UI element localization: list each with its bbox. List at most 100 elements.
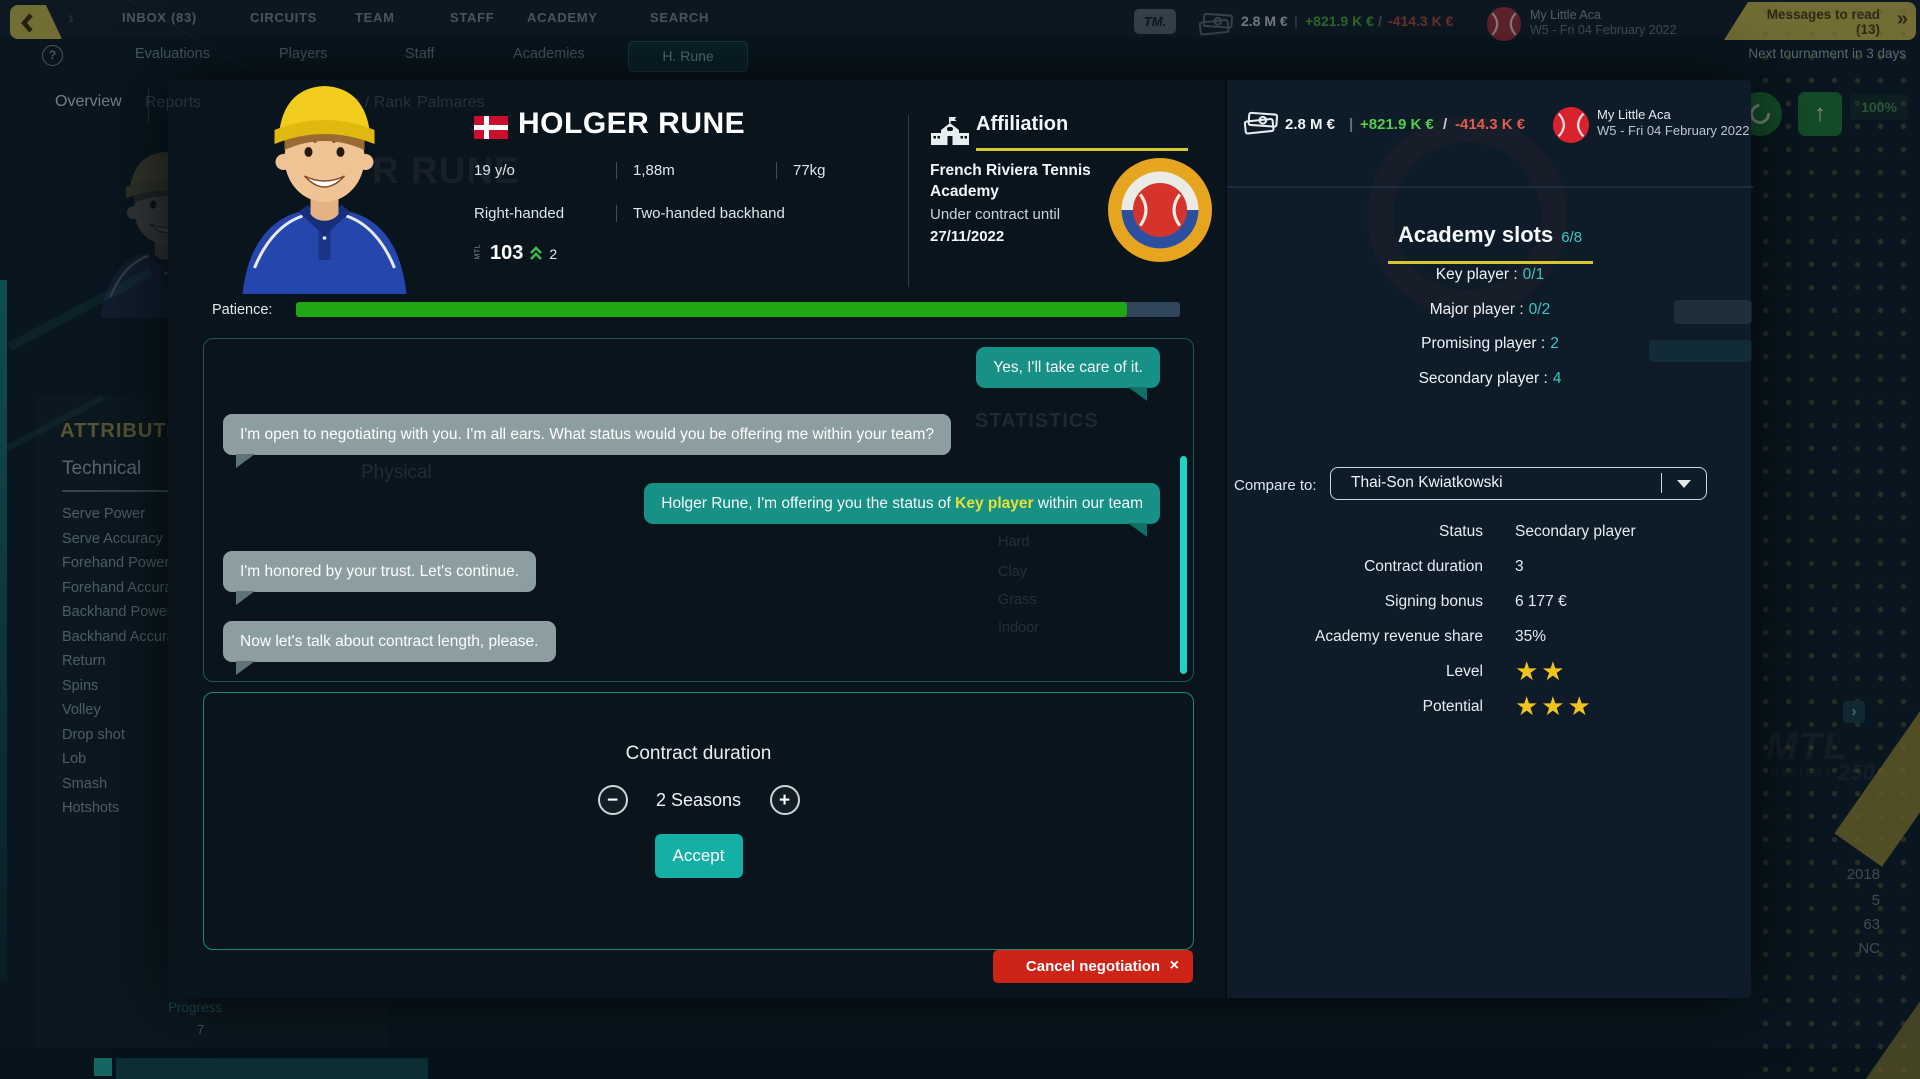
compare-label: Academy revenue share	[1314, 627, 1483, 645]
slot-value: 0/1	[1522, 266, 1545, 283]
money-separator: |	[1349, 116, 1354, 133]
affiliation-title: Affiliation	[976, 113, 1069, 135]
expense-amount: -414.3 K €	[1455, 116, 1526, 133]
balance-amount: 2.8 M €	[1285, 116, 1336, 133]
player-rank: MTL 103 2	[472, 242, 558, 265]
chat-bubble: Holger Rune, I'm offering you the status…	[644, 483, 1160, 537]
slot-value: 0/2	[1528, 300, 1551, 318]
income-amount: +821.9 K €	[1360, 116, 1434, 133]
slots-underline	[1388, 261, 1593, 264]
chat-text: I'm honored by your trust. Let's continu…	[240, 563, 520, 580]
academy-name: My Little Aca	[1597, 107, 1671, 122]
rank-change: 2	[549, 245, 558, 262]
game-screen: › INBOX (83) CIRCUITS TEAM STAFF ACADEMY SEAR…	[0, 0, 1920, 1079]
chat-text: Now let's talk about contract length, pl…	[240, 633, 539, 650]
player-handedness: Right-handed	[474, 205, 565, 222]
contract-offer-panel: Contract duration − 2 Seasons + Accept	[203, 692, 1194, 950]
academy-avatar[interactable]	[1552, 106, 1590, 144]
duration-value: 2 Seasons	[655, 789, 742, 810]
player-height: 1,88m	[616, 162, 776, 179]
compare-label: Potential	[1422, 697, 1483, 715]
compare-label: Level	[1445, 662, 1483, 680]
selected-player: Thai-Son Kwiatkowski	[1351, 474, 1503, 491]
compare-value: 6 177 €	[1515, 592, 1567, 610]
slot-row: Secondary player :4	[1227, 370, 1753, 405]
compare-row: Signing bonus 6 177 €	[1227, 584, 1753, 619]
cancel-negotiation-button[interactable]: Cancel negotiation ×	[993, 950, 1193, 983]
slot-label: Key player :	[1435, 266, 1518, 283]
accept-button[interactable]: Accept	[654, 834, 743, 878]
player-photo	[222, 66, 427, 294]
compare-row: Contract duration 3	[1227, 549, 1753, 584]
slot-row-list: Key player :0/1 Major player :0/2 Promisin…	[1227, 266, 1753, 405]
academy-logo	[1108, 158, 1212, 262]
player-weight: 77kg	[776, 162, 826, 179]
academy-slots-header: Academy slots 6/8	[1227, 222, 1753, 248]
dropdown-separator	[1661, 473, 1662, 493]
compare-row: Status Secondary player	[1227, 514, 1753, 549]
chat-panel: Yes, I'll take care of it. I'm open to ne…	[203, 338, 1194, 682]
academy-slots-count: 6/8	[1561, 229, 1583, 246]
chat-text: Holger Rune, I'm offering you the status…	[661, 495, 956, 512]
chat-text: I'm open to negotiating with you. I'm al…	[240, 426, 935, 443]
patience-label: Patience:	[212, 302, 273, 318]
compare-row: Potential ★★★	[1227, 689, 1753, 724]
compare-label: Signing bonus	[1384, 592, 1483, 610]
rank-up-icon	[530, 245, 543, 260]
compare-detail-list: Status Secondary player Contract duration 3…	[1227, 514, 1753, 724]
slot-row: Promising player :2	[1227, 335, 1753, 370]
money-icon	[1242, 110, 1280, 136]
slot-row: Key player :0/1	[1227, 266, 1753, 301]
header-divider	[908, 115, 909, 287]
star-rating: ★★	[1515, 656, 1568, 686]
compare-row: Academy revenue share 35%	[1227, 619, 1753, 654]
slot-label: Major player :	[1429, 300, 1524, 318]
player-stats-row: Right-handed Two-handed backhand	[474, 205, 785, 222]
panel-divider	[1227, 186, 1753, 188]
academy-slots-title: Academy slots	[1397, 222, 1554, 247]
chat-text: Key player	[955, 495, 1034, 512]
chat-bubble: I'm open to negotiating with you. I'm al…	[223, 414, 952, 468]
denmark-flag-icon	[474, 116, 508, 139]
player-age: 19 y/o	[474, 162, 515, 179]
affiliated-academy-name: French Riviera Tennis Academy	[930, 162, 1091, 200]
slot-value: 4	[1552, 370, 1562, 388]
contract-until-date: 27/11/2022	[930, 228, 1005, 245]
player-backhand: Two-handed backhand	[616, 205, 785, 222]
chat-text: Yes, I'll take care of it.	[993, 359, 1143, 376]
patience-bar	[296, 302, 1180, 317]
academy-building-icon	[931, 117, 969, 145]
game-date: W5 - Fri 04 February 2022	[1597, 123, 1749, 138]
compare-value: 35%	[1515, 627, 1547, 645]
star-rating: ★★★	[1515, 691, 1594, 721]
duration-stepper: − 2 Seasons +	[204, 785, 1193, 815]
chevron-down-icon	[1677, 480, 1691, 488]
money-slash: /	[1443, 116, 1448, 133]
compare-value: Secondary player	[1515, 522, 1636, 540]
player-name: HOLGER RUNE	[518, 107, 746, 140]
slot-label: Promising player :	[1421, 335, 1546, 353]
slot-label: Secondary player :	[1418, 370, 1548, 388]
cancel-label: Cancel negotiation	[1025, 958, 1161, 975]
affiliation-underline	[976, 148, 1188, 151]
contract-until-label: Under contract until	[930, 206, 1061, 223]
chat-bubble: Yes, I'll take care of it.	[976, 347, 1160, 401]
compare-to-label: Compare to:	[1234, 477, 1317, 494]
chat-bubble: Now let's talk about contract length, pl…	[223, 621, 556, 675]
compare-player-dropdown[interactable]: Thai-Son Kwiatkowski	[1330, 467, 1707, 500]
chat-text: within our team	[1033, 495, 1143, 512]
compare-value: 3	[1515, 557, 1524, 575]
academy-side-panel: 2.8 M € | +821.9 K € / -414.3 K € My Lit…	[1225, 80, 1753, 998]
slot-value: 2	[1550, 335, 1559, 353]
patience-fill	[296, 302, 1127, 317]
increase-duration-button[interactable]: +	[769, 785, 800, 815]
compare-row: Level ★★	[1227, 654, 1753, 689]
rank-scale-label: MTL	[474, 244, 482, 260]
slot-row: Major player :0/2	[1227, 301, 1753, 336]
compare-label: Status	[1439, 522, 1483, 540]
rank-number: 103	[490, 242, 524, 264]
player-stats-row: 19 y/o 1,88m 77kg	[474, 162, 826, 179]
chat-scrollbar[interactable]	[1180, 456, 1187, 674]
compare-label: Contract duration	[1364, 557, 1483, 575]
decrease-duration-button[interactable]: −	[597, 785, 628, 815]
